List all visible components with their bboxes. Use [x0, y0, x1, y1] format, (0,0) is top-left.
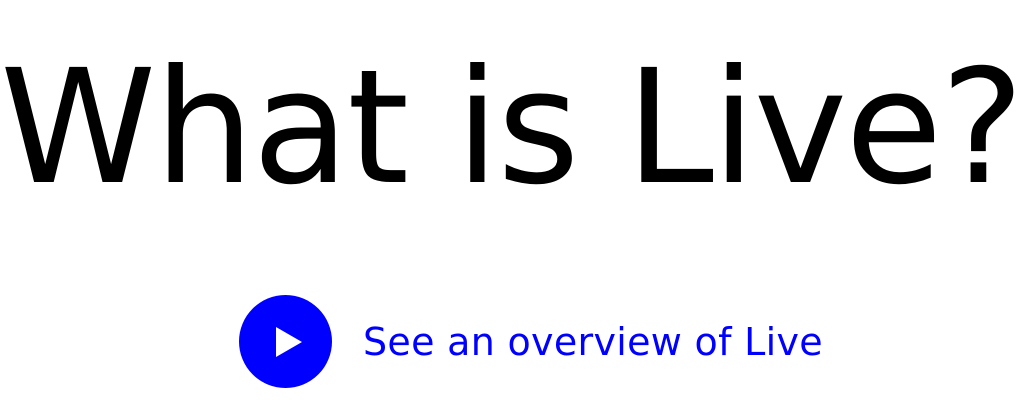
see-overview-link[interactable]: See an overview of Live	[239, 295, 823, 388]
page-title: What is Live?	[0, 36, 1019, 220]
hero-section: What is Live? See an overview of Live	[0, 0, 1019, 404]
play-button[interactable]	[239, 295, 332, 388]
see-overview-label: See an overview of Live	[363, 319, 823, 364]
play-icon	[275, 326, 302, 357]
